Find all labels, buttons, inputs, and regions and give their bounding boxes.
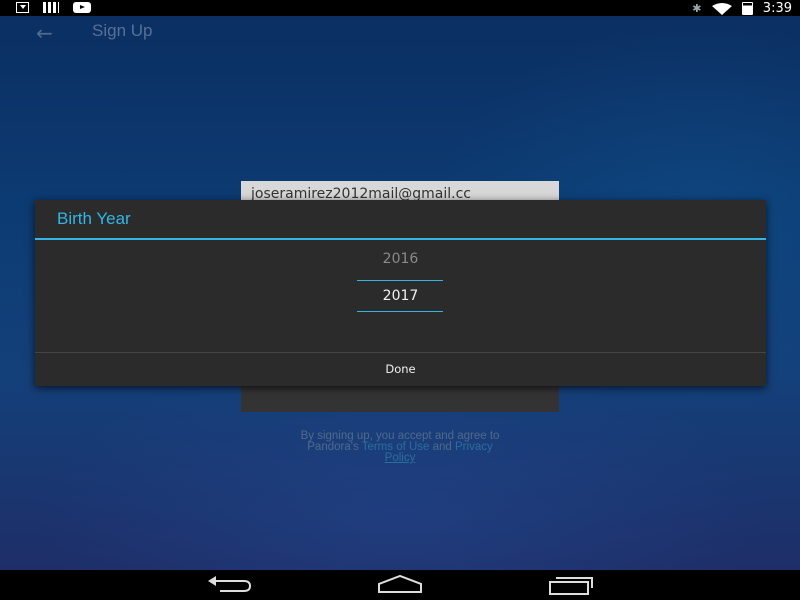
back-icon[interactable] <box>204 574 254 596</box>
year-picker[interactable]: 2016 2017 <box>35 240 766 350</box>
battery-charging-icon <box>741 2 753 15</box>
status-bar-notifications <box>16 2 91 13</box>
home-icon[interactable] <box>375 574 425 596</box>
birth-year-dialog: Birth Year 2016 2017 Done <box>35 200 766 386</box>
wifi-icon <box>711 2 732 15</box>
privacy-link-part-2[interactable]: Policy <box>385 452 416 464</box>
dialog-title: Birth Year <box>57 209 131 228</box>
page-title: Sign Up <box>92 21 153 40</box>
terms-line-2-prefix: Pandora's <box>307 441 362 453</box>
status-bar: ✱ 3:39 <box>0 0 800 16</box>
status-bar-system: ✱ 3:39 <box>692 1 792 16</box>
navigation-bar <box>0 570 800 600</box>
terms-text: By signing up, you accept and agree to P… <box>220 430 580 464</box>
bluetooth-icon: ✱ <box>692 1 702 15</box>
year-option-previous[interactable]: 2016 <box>35 251 766 267</box>
picker-selection-line-bottom <box>357 311 443 312</box>
terms-and-text: and <box>429 441 456 453</box>
back-arrow-icon[interactable]: ← <box>36 21 53 45</box>
app-bar: ← Sign Up <box>0 16 800 56</box>
privacy-link-part-1[interactable]: Privacy <box>455 441 493 453</box>
terms-line-3: Policy <box>220 452 580 464</box>
done-button[interactable]: Done <box>35 353 766 386</box>
year-option-selected[interactable]: 2017 <box>35 288 766 304</box>
youtube-icon <box>73 2 91 13</box>
download-icon <box>16 2 29 13</box>
picker-selection-line-top <box>357 280 443 281</box>
signal-bars-icon <box>43 2 59 13</box>
recents-icon[interactable] <box>546 574 596 596</box>
status-time: 3:39 <box>762 1 792 16</box>
